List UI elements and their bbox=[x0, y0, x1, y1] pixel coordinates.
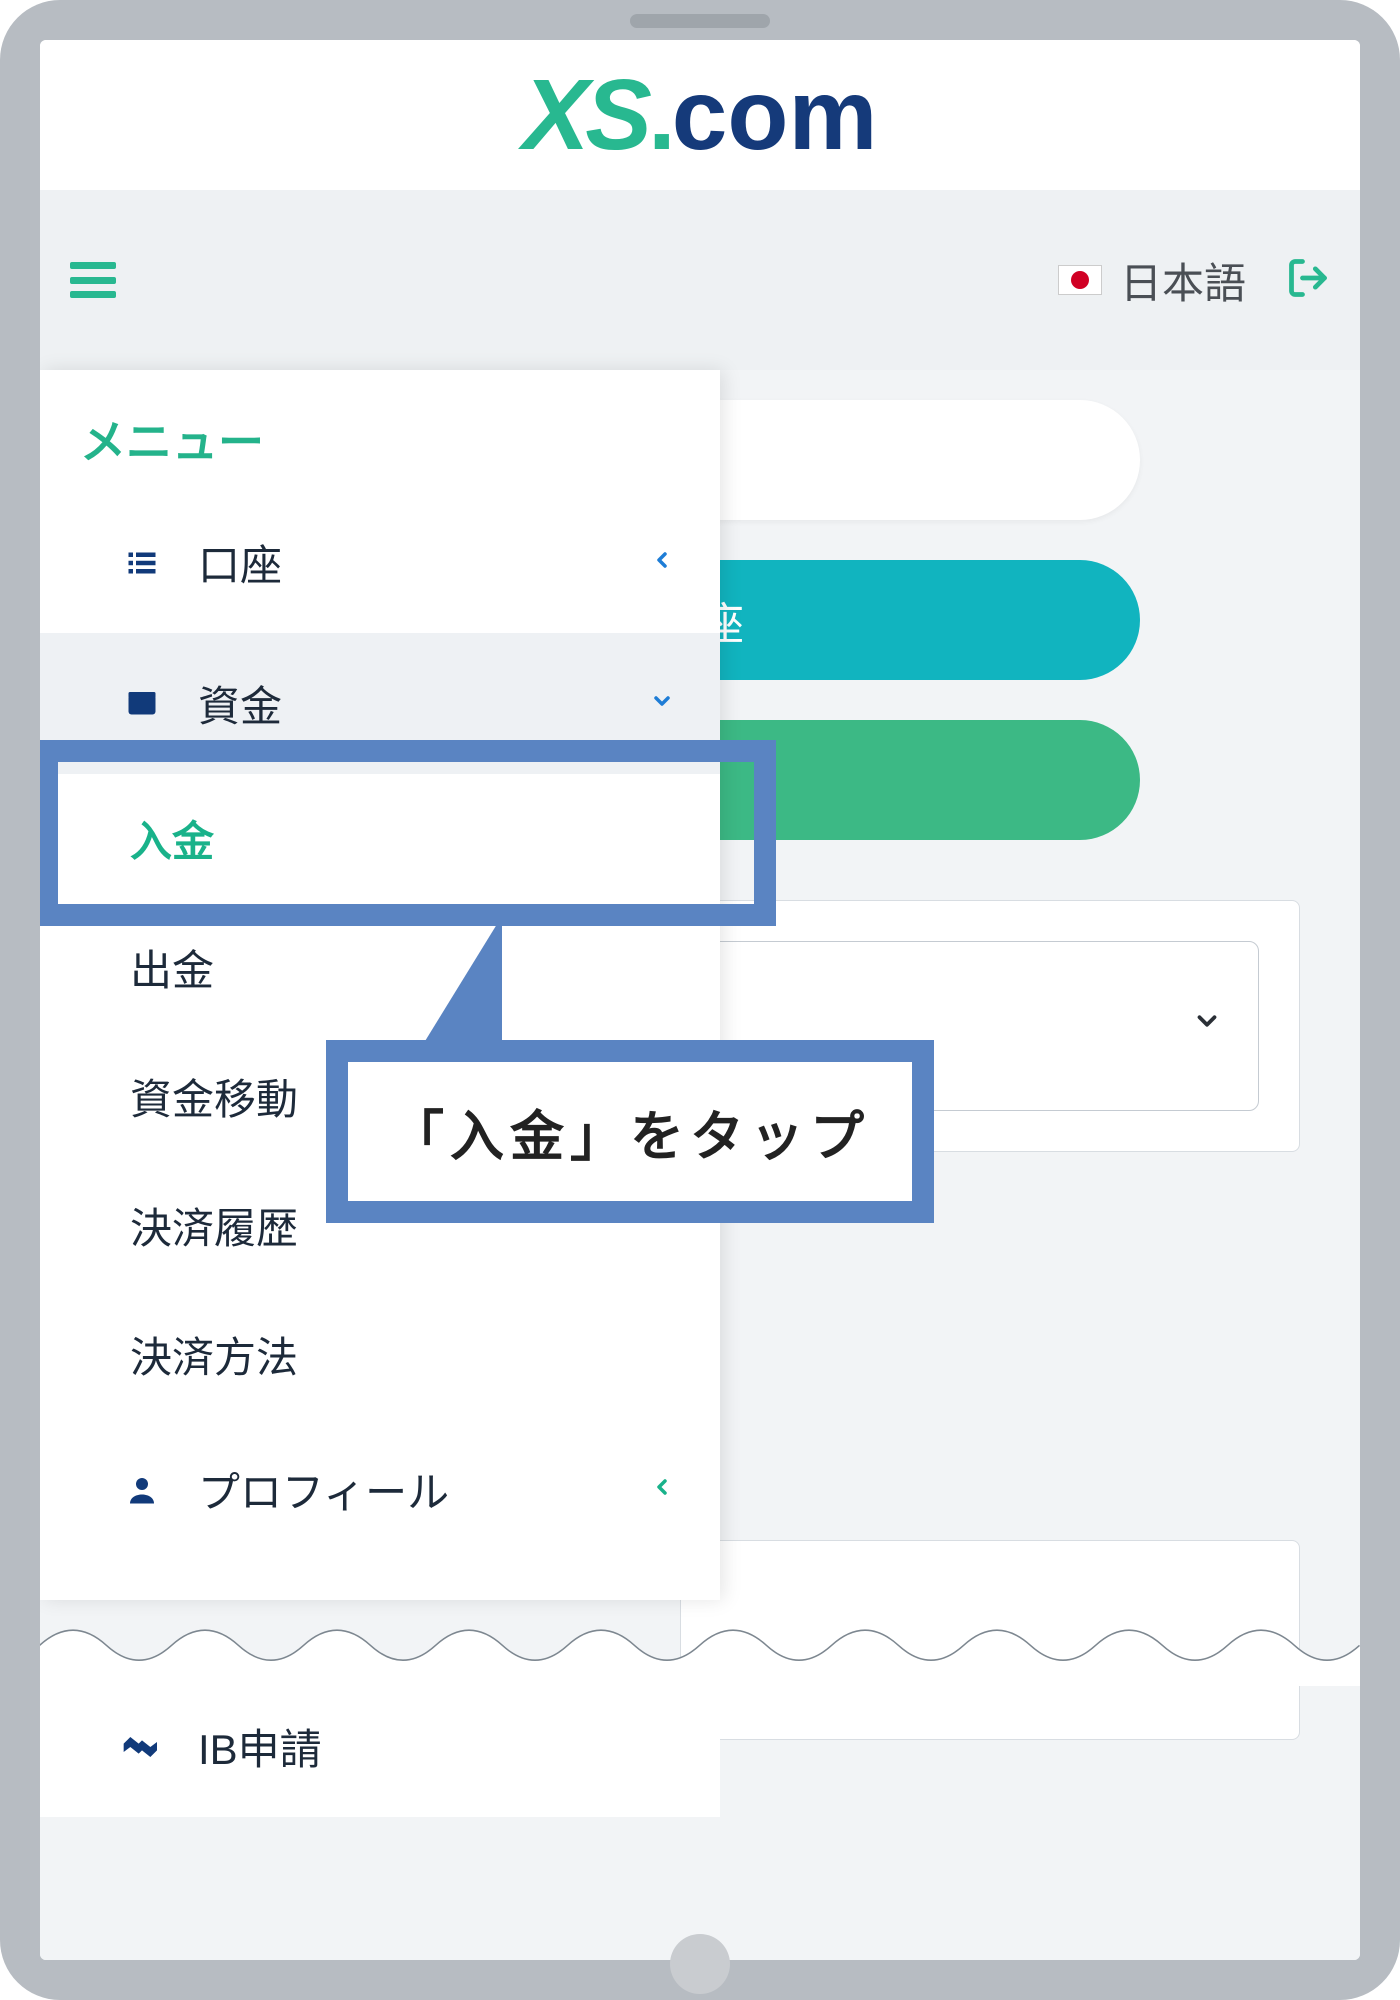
logo-dot: . bbox=[648, 59, 672, 171]
chevron-down-icon bbox=[650, 687, 674, 721]
brand-logo: XS.com bbox=[523, 65, 878, 165]
sidebar-after-break: IB申請 bbox=[40, 1676, 720, 1817]
sidebar-subitem-withdraw[interactable]: 出金 bbox=[40, 903, 720, 1032]
handshake-icon bbox=[120, 1727, 164, 1767]
logo-com: com bbox=[672, 59, 878, 171]
logo-bar: XS.com bbox=[40, 40, 1360, 190]
sidebar-subitem-methods[interactable]: 決済方法 bbox=[40, 1290, 720, 1419]
annotation-callout: 「入金」をタップ bbox=[326, 1040, 934, 1223]
tablet-frame: XS.com 日本語 座 口座 bbox=[0, 0, 1400, 2000]
logout-icon[interactable] bbox=[1286, 256, 1330, 305]
sidebar-item-label: 決済方法 bbox=[130, 1334, 298, 1381]
sidebar-item-funds[interactable]: 資金 bbox=[40, 633, 720, 774]
logo-xs: XS bbox=[523, 59, 648, 171]
chevron-down-icon bbox=[1192, 1002, 1222, 1050]
sidebar-item-label: 決済履歴 bbox=[130, 1205, 298, 1252]
sidebar-item-label: 出金 bbox=[130, 947, 214, 994]
sidebar-subitem-deposit[interactable]: 入金 bbox=[40, 774, 720, 903]
wallet-icon bbox=[120, 686, 164, 722]
sidebar-item-label: 口座 bbox=[198, 532, 282, 593]
sidebar-item-label: 資金 bbox=[198, 673, 282, 734]
chevron-left-icon bbox=[650, 1473, 674, 1507]
screen: XS.com 日本語 座 口座 bbox=[40, 40, 1360, 1960]
sidebar-item-account[interactable]: 口座 bbox=[40, 492, 720, 633]
sidebar-item-label: プロフィール bbox=[198, 1459, 449, 1520]
device-home-button bbox=[670, 1934, 730, 1994]
top-toolbar: 日本語 bbox=[40, 190, 1360, 370]
secondary-card bbox=[680, 1540, 1300, 1740]
sidebar-item-label: 資金移動 bbox=[130, 1076, 298, 1123]
annotation-text: 「入金」をタップ bbox=[390, 1107, 870, 1167]
language-label: 日本語 bbox=[1120, 250, 1246, 311]
sidebar-drawer: メニュー 口座 資金 入金 bbox=[40, 370, 720, 1600]
language-selector[interactable]: 日本語 bbox=[1058, 250, 1246, 311]
toolbar-right: 日本語 bbox=[1058, 250, 1330, 311]
list-icon bbox=[120, 545, 164, 581]
flag-jp-icon bbox=[1058, 265, 1102, 295]
device-speaker bbox=[630, 14, 770, 28]
sidebar-title: メニュー bbox=[40, 370, 720, 492]
menu-toggle-button[interactable] bbox=[70, 262, 116, 298]
sidebar-item-label: 入金 bbox=[130, 818, 214, 865]
sidebar-item-ib[interactable]: IB申請 bbox=[40, 1676, 720, 1817]
user-icon bbox=[120, 1472, 164, 1508]
chevron-left-icon bbox=[650, 546, 674, 580]
sidebar-item-profile[interactable]: プロフィール bbox=[40, 1419, 720, 1560]
sidebar-item-label: IB申請 bbox=[198, 1716, 322, 1777]
